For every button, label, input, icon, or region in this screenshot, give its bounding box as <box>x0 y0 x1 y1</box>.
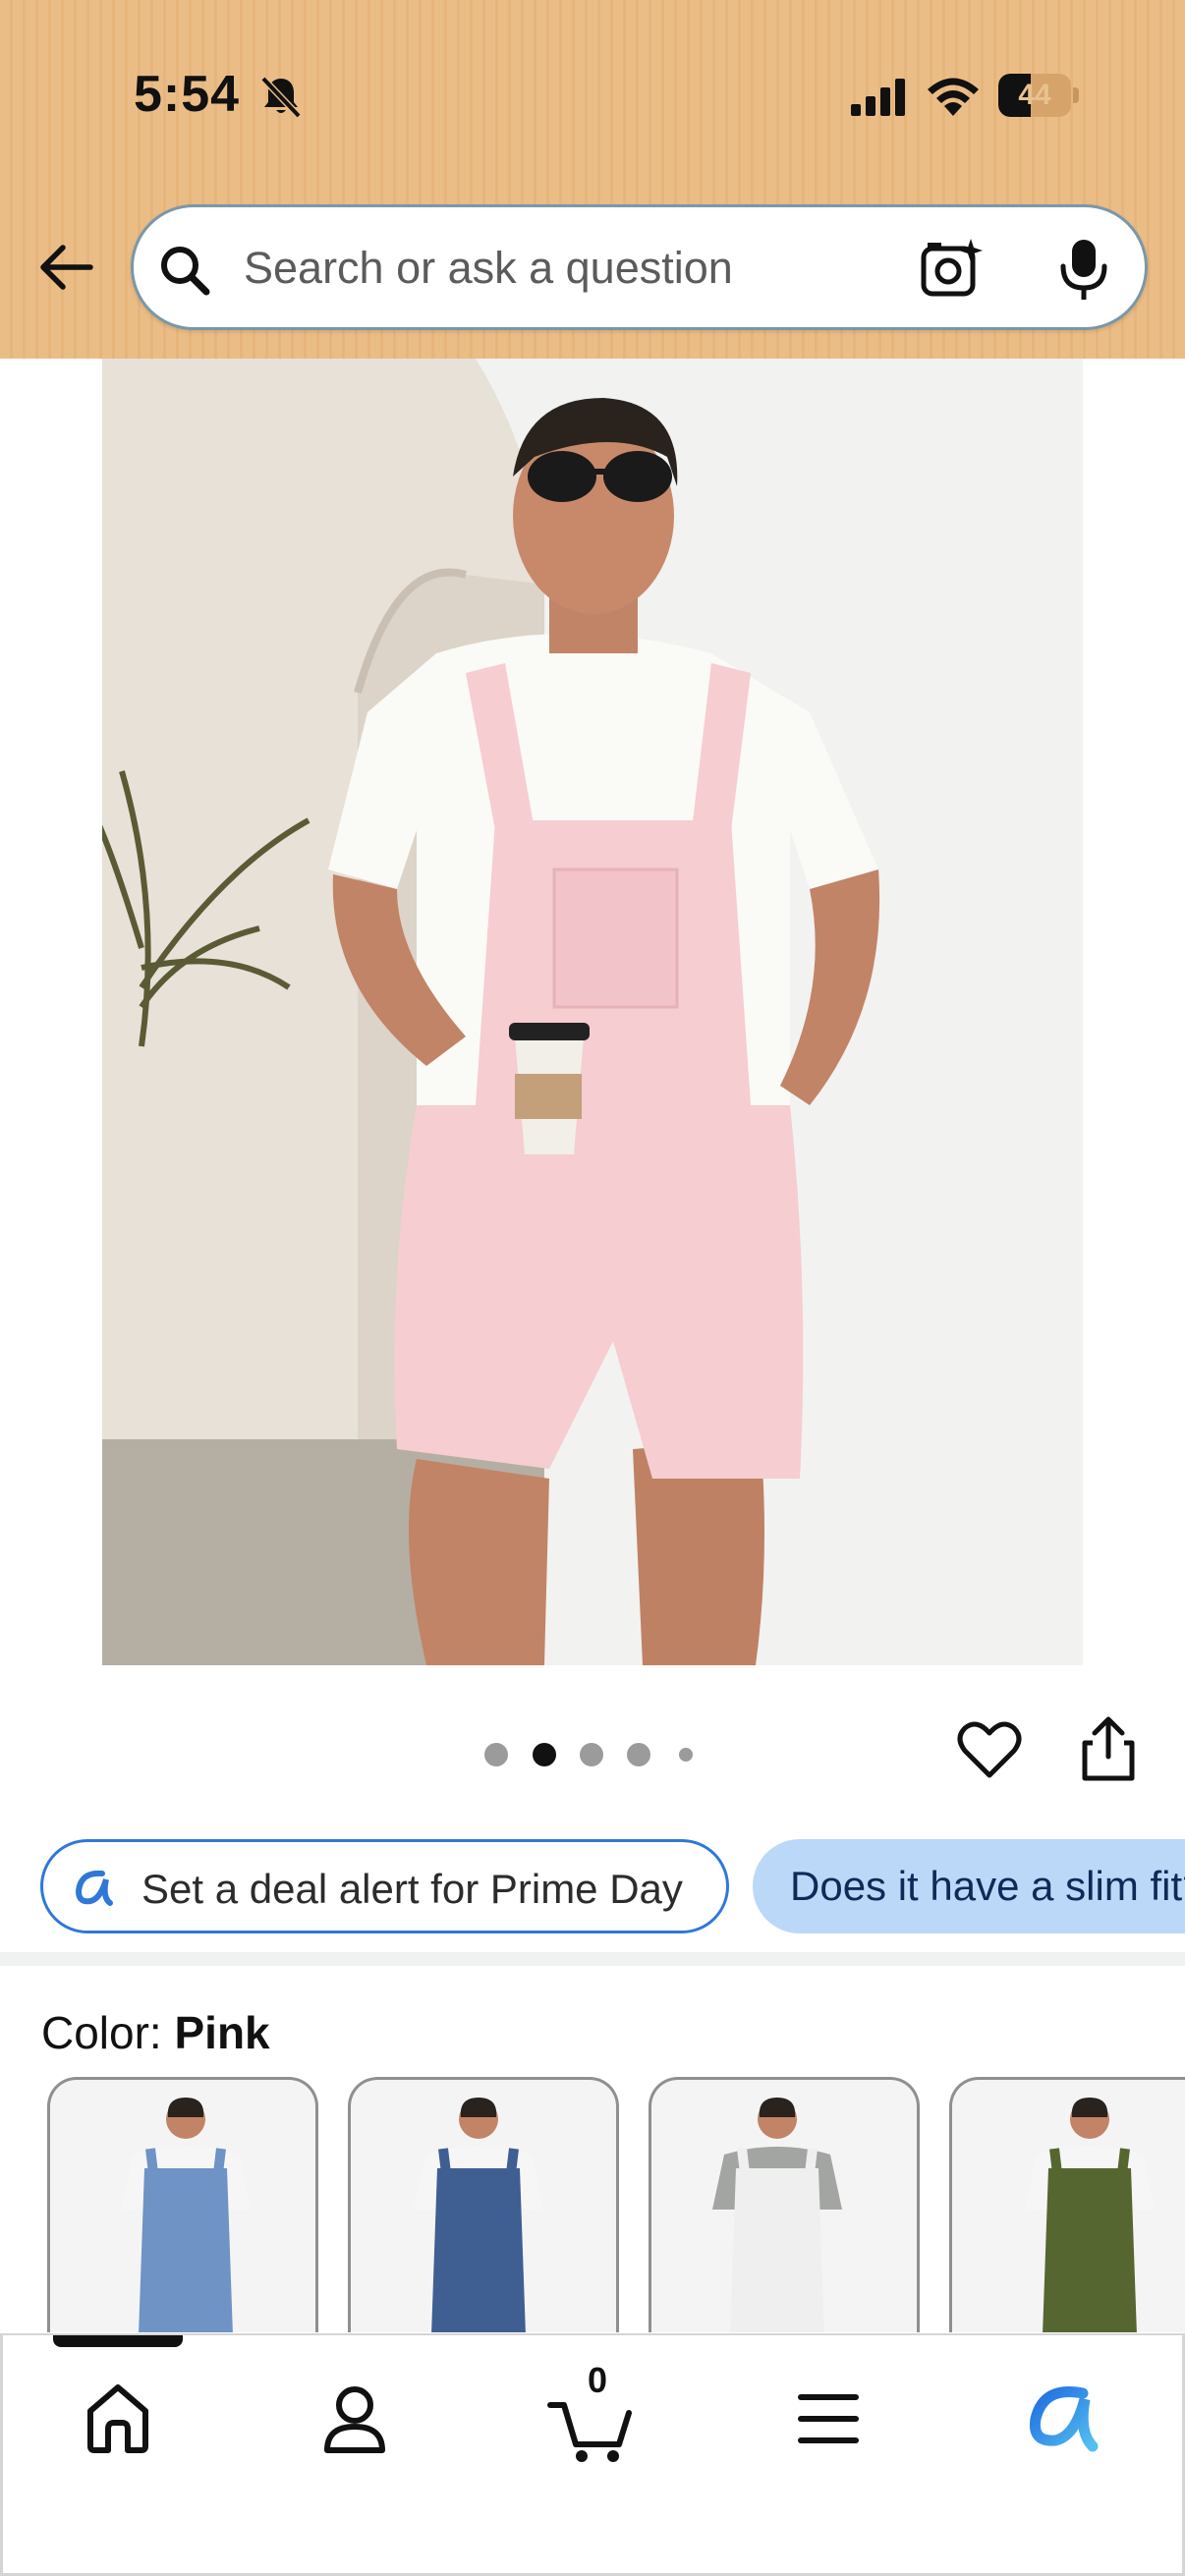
status-time: 5:54 <box>134 66 241 123</box>
carousel-dot[interactable] <box>627 1743 650 1766</box>
search-input[interactable]: Search or ask a question <box>244 243 733 294</box>
color-swatch-white[interactable] <box>649 2077 920 2332</box>
arrow-left-icon[interactable] <box>33 236 96 299</box>
search-bar[interactable]: Search or ask a question <box>131 204 1148 330</box>
bell-muted-icon <box>260 76 302 119</box>
rufus-icon[interactable] <box>1014 2368 1112 2466</box>
carousel-dot[interactable] <box>679 1748 693 1762</box>
deal-alert-chip[interactable]: Set a deal alert for Prime Day <box>40 1839 729 1933</box>
heart-icon[interactable] <box>957 1720 1022 1779</box>
share-icon[interactable] <box>1079 1715 1138 1782</box>
battery-level: 44 <box>1018 79 1051 111</box>
cart-count: 0 <box>588 2360 608 2400</box>
color-label-prefix: Color: <box>41 2007 175 2058</box>
selected-color: Pink <box>174 2007 270 2058</box>
carousel-dot[interactable] <box>484 1743 508 1766</box>
color-label: Color: Pink <box>41 2006 270 2059</box>
color-swatch-light-blue[interactable] <box>47 2077 318 2332</box>
rufus-icon <box>75 1870 113 1906</box>
product-photo[interactable] <box>102 359 1083 1665</box>
profile-icon[interactable] <box>306 2368 404 2466</box>
carousel-dot[interactable] <box>580 1743 603 1766</box>
product-photo-illustration <box>102 359 1083 1665</box>
color-swatch-dark-blue[interactable] <box>348 2077 619 2332</box>
carousel-dot-active[interactable] <box>533 1743 556 1766</box>
active-tab-indicator <box>53 2335 183 2347</box>
deal-alert-label: Set a deal alert for Prime Day <box>141 1866 683 1912</box>
product-page: 5:54 44 Search or ask a question Set a d… <box>0 0 1185 2576</box>
battery-icon: 44 <box>998 74 1079 117</box>
camera-sparkle-icon[interactable] <box>920 237 985 298</box>
app-header: 5:54 44 Search or ask a question <box>0 0 1185 359</box>
cellular-signal-icon <box>851 79 905 116</box>
menu-icon[interactable] <box>779 2368 877 2466</box>
home-icon[interactable] <box>69 2368 167 2466</box>
search-icon <box>161 247 210 296</box>
product-image-carousel[interactable] <box>0 359 1185 1665</box>
wifi-icon <box>928 78 979 116</box>
question-label: Does it have a slim fit? <box>790 1863 1185 1909</box>
section-divider <box>0 1952 1185 1966</box>
question-chip[interactable]: Does it have a slim fit? <box>753 1839 1185 1933</box>
microphone-icon[interactable] <box>1055 237 1112 302</box>
color-swatch-olive[interactable] <box>949 2077 1185 2332</box>
